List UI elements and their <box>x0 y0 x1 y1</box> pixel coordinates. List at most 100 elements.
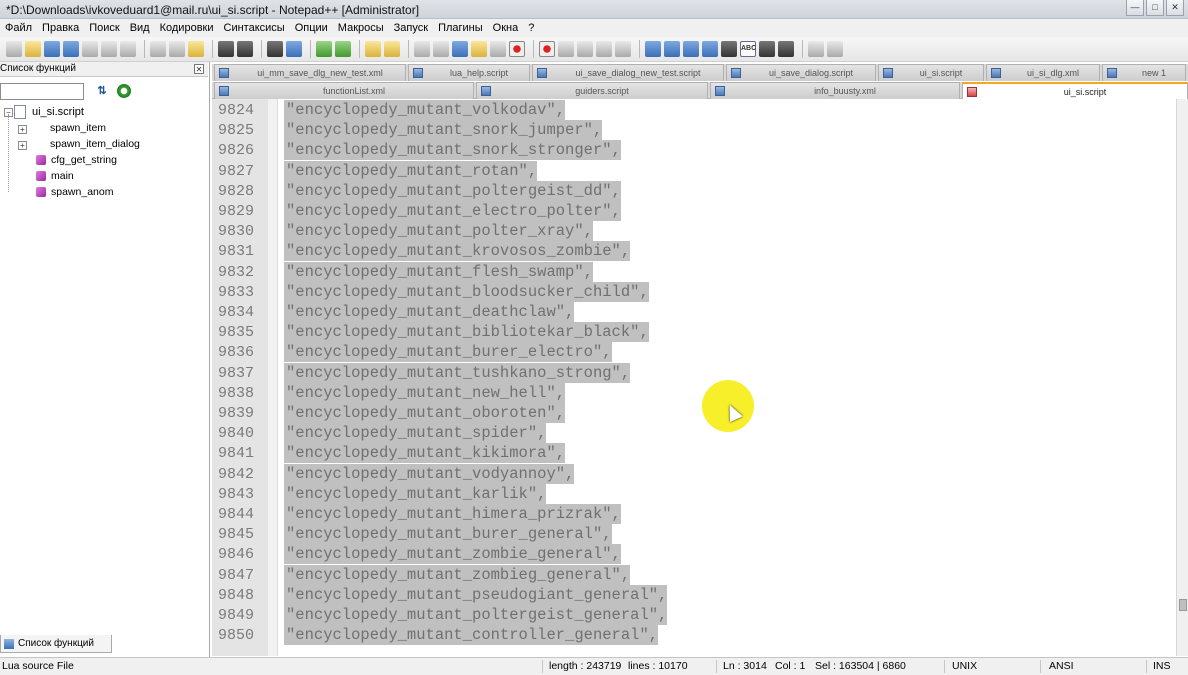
selected-code-text[interactable]: "encyclopedy_mutant_snork_jumper", <box>284 120 603 141</box>
find-icon[interactable] <box>267 41 283 57</box>
tab-ui-mm-save-dlg[interactable]: ui_mm_save_dlg_new_test.xml <box>214 64 406 81</box>
tab-ui-si-dlg[interactable]: ui_si_dlg.xml <box>986 64 1100 81</box>
menu-macro[interactable]: Макросы <box>333 22 389 34</box>
menu-language[interactable]: Синтаксисы <box>219 22 290 34</box>
code-line[interactable]: 9832 "encyclopedy_mutant_flesh_swamp", <box>212 261 1176 282</box>
selected-code-text[interactable]: "encyclopedy_mutant_spider", <box>284 423 547 444</box>
code-line[interactable]: 9845 "encyclopedy_mutant_burer_general", <box>212 524 1176 545</box>
code-line[interactable]: 9848 "encyclopedy_mutant_pseudogiant_gene… <box>212 584 1176 605</box>
menu-encoding[interactable]: Кодировки <box>155 22 219 34</box>
sort-icon[interactable]: ⇅ <box>95 84 109 98</box>
vertical-scrollbar[interactable] <box>1176 99 1188 656</box>
function-search-input[interactable] <box>0 83 84 100</box>
maximize-button[interactable]: □ <box>1146 0 1164 16</box>
selected-code-text[interactable]: "encyclopedy_mutant_poltergeist_dd", <box>284 180 621 201</box>
code-line[interactable]: 9827 "encyclopedy_mutant_rotan", <box>212 160 1176 181</box>
stop-macro-icon[interactable] <box>558 41 574 57</box>
code-line[interactable]: 9839 "encyclopedy_mutant_oboroten", <box>212 403 1176 423</box>
open-file-icon[interactable] <box>25 41 41 57</box>
print-icon[interactable] <box>120 41 136 57</box>
code-line[interactable]: 9842 "encyclopedy_mutant_vodyannoy", <box>212 463 1176 484</box>
tab-guiders[interactable]: guiders.script <box>476 82 708 99</box>
selected-code-text[interactable]: "encyclopedy_mutant_deathclaw", <box>284 302 575 322</box>
tab-new-1[interactable]: new 1 <box>1102 64 1186 81</box>
plugin-icon-2[interactable] <box>827 41 843 57</box>
spellcheck-icon[interactable]: ABC <box>740 41 756 57</box>
tab-ui-save-dialog-new-test[interactable]: ui_save_dialog_new_test.script <box>532 64 724 81</box>
code-line[interactable]: 9834 "encyclopedy_mutant_deathclaw", <box>212 302 1176 322</box>
menu-plugins[interactable]: Плагины <box>433 22 488 34</box>
code-line[interactable]: 9828 "encyclopedy_mutant_poltergeist_dd", <box>212 180 1176 201</box>
code-line[interactable]: 9846 "encyclopedy_mutant_zombie_general", <box>212 544 1176 565</box>
code-line[interactable]: 9847 "encyclopedy_mutant_zombieg_general"… <box>212 564 1176 585</box>
code-line[interactable]: 9824 "encyclopedy_mutant_volkodav", <box>212 100 1176 120</box>
code-editor[interactable]: 9824 "encyclopedy_mutant_volkodav", 9825 "e… <box>212 99 1176 656</box>
code-line[interactable]: 9850 "encyclopedy_mutant_controller_gener… <box>212 625 1176 646</box>
tab-info-buusty[interactable]: info_buusty.xml <box>710 82 960 99</box>
code-line[interactable]: 9826 "encyclopedy_mutant_snork_stronger", <box>212 140 1176 161</box>
code-line[interactable]: 9836 "encyclopedy_mutant_burer_electro", <box>212 342 1176 363</box>
selected-code-text[interactable]: "encyclopedy_mutant_karlik", <box>284 483 547 504</box>
menu-view[interactable]: Вид <box>125 22 155 34</box>
code-line[interactable]: 9849 "encyclopedy_mutant_poltergeist_gene… <box>212 605 1176 625</box>
tree-item-main[interactable]: main <box>36 168 74 184</box>
selected-code-text[interactable]: "encyclopedy_mutant_tushkano_strong", <box>284 362 631 383</box>
close-button[interactable]: ✕ <box>1166 0 1184 16</box>
code-line[interactable]: 9833 "encyclopedy_mutant_bloodsucker_chil… <box>212 281 1176 302</box>
selected-code-text[interactable]: "encyclopedy_mutant_new_hell", <box>284 382 566 403</box>
selected-code-text[interactable]: "encyclopedy_mutant_oboroten", <box>284 403 566 423</box>
next-diff-icon[interactable] <box>683 41 699 57</box>
previous-diff-icon[interactable] <box>664 41 680 57</box>
save-macro-icon[interactable] <box>615 41 631 57</box>
code-line[interactable]: 9840 "encyclopedy_mutant_spider", <box>212 423 1176 444</box>
code-line[interactable]: 9825 "encyclopedy_mutant_snork_jumper", <box>212 120 1176 141</box>
tree-root[interactable]: ui_si.script <box>0 104 84 120</box>
dropdown-icon[interactable] <box>721 41 737 57</box>
replace-icon[interactable] <box>286 41 302 57</box>
compare-icon[interactable] <box>645 41 661 57</box>
selected-code-text[interactable]: "encyclopedy_mutant_himera_prizrak", <box>284 504 621 524</box>
sync-horizontal-icon[interactable] <box>384 41 400 57</box>
code-line[interactable]: 9837 "encyclopedy_mutant_tushkano_strong"… <box>212 362 1176 383</box>
function-list-icon[interactable] <box>509 41 525 57</box>
tree-item-spawn-item-dialog[interactable]: spawn_item_dialog <box>32 136 140 152</box>
indent-guide-icon[interactable] <box>452 41 468 57</box>
doc-map-icon[interactable] <box>490 41 506 57</box>
code-line[interactable]: 9843 "encyclopedy_mutant_karlik", <box>212 483 1176 504</box>
copy-icon[interactable] <box>169 41 185 57</box>
selected-code-text[interactable]: "encyclopedy_mutant_snork_stronger", <box>284 140 621 161</box>
selected-code-text[interactable]: "encyclopedy_mutant_poltergeist_general"… <box>284 605 668 625</box>
spell-options-icon[interactable] <box>759 41 775 57</box>
function-list-bottom-tab[interactable]: Список функций <box>0 635 112 653</box>
run-macro-multiple-icon[interactable] <box>596 41 612 57</box>
minimize-button[interactable]: — <box>1126 0 1144 16</box>
code-line[interactable]: 9838 "encyclopedy_mutant_new_hell", <box>212 382 1176 403</box>
selected-code-text[interactable]: "encyclopedy_mutant_electro_polter", <box>284 201 621 221</box>
tab-ui-si-script-active[interactable]: ui_si.script <box>962 82 1188 100</box>
scrollbar-thumb[interactable] <box>1179 599 1187 611</box>
expand-icon[interactable]: + <box>18 125 27 134</box>
menu-edit[interactable]: Правка <box>37 22 84 34</box>
menu-search[interactable]: Поиск <box>84 22 124 34</box>
selected-code-text[interactable]: "encyclopedy_mutant_bloodsucker_child", <box>284 281 649 302</box>
redo-icon[interactable] <box>237 41 253 57</box>
code-line[interactable]: 9844 "encyclopedy_mutant_himera_prizrak", <box>212 504 1176 524</box>
menu-window[interactable]: Окна <box>488 22 524 34</box>
code-line[interactable]: 9831 "encyclopedy_mutant_krovosos_zombie"… <box>212 241 1176 262</box>
sync-vertical-icon[interactable] <box>365 41 381 57</box>
undo-icon[interactable] <box>218 41 234 57</box>
code-line[interactable]: 9841 "encyclopedy_mutant_kikimora", <box>212 443 1176 464</box>
selected-code-text[interactable]: "encyclopedy_mutant_controller_general", <box>284 625 659 646</box>
selected-code-text[interactable]: "encyclopedy_mutant_kikimora", <box>284 443 566 464</box>
selected-code-text[interactable]: "encyclopedy_mutant_volkodav", <box>284 100 566 120</box>
selected-code-text[interactable]: "encyclopedy_mutant_pseudogiant_general"… <box>284 584 668 605</box>
play-macro-icon[interactable] <box>577 41 593 57</box>
selected-code-text[interactable]: "encyclopedy_mutant_bibliotekar_black", <box>284 322 649 343</box>
menu-run[interactable]: Запуск <box>389 22 433 34</box>
save-all-icon[interactable] <box>63 41 79 57</box>
code-line[interactable]: 9830 "encyclopedy_mutant_polter_xray", <box>212 221 1176 242</box>
show-all-chars-icon[interactable] <box>433 41 449 57</box>
selected-code-text[interactable]: "encyclopedy_mutant_zombie_general", <box>284 544 621 565</box>
zoom-out-icon[interactable] <box>335 41 351 57</box>
close-file-icon[interactable] <box>82 41 98 57</box>
